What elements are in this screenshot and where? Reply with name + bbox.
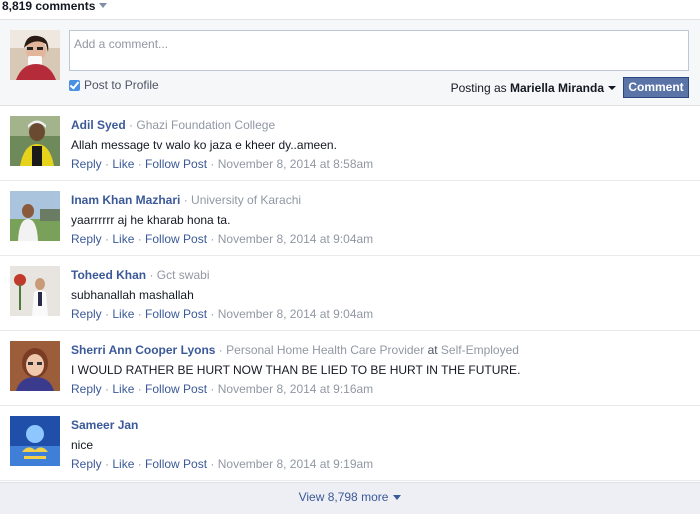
- avatar[interactable]: [10, 341, 60, 391]
- comment-meta: Inam Khan Mazhari · University of Karach…: [71, 193, 302, 207]
- reply-link[interactable]: Reply: [71, 232, 102, 246]
- comment-actions: Reply · Like · Follow Post · November 8,…: [71, 457, 374, 471]
- reply-link[interactable]: Reply: [71, 382, 102, 396]
- comment-meta: Adil Syed · Ghazi Foundation College: [71, 118, 276, 132]
- comment-affiliation-org[interactable]: Self-Employed: [441, 343, 519, 357]
- comment-actions: Reply · Like · Follow Post · November 8,…: [71, 382, 374, 396]
- comment-affiliation[interactable]: Gct swabi: [157, 268, 210, 282]
- avatar[interactable]: [10, 416, 60, 466]
- comment-affiliation[interactable]: Personal Home Health Care Provider: [226, 343, 424, 357]
- reply-link[interactable]: Reply: [71, 457, 102, 471]
- comment-text: yaarrrrrr aj he kharab hona ta.: [71, 213, 231, 227]
- chevron-down-icon[interactable]: [99, 3, 108, 8]
- view-more-label: View 8,798 more: [298, 490, 389, 504]
- comment-count[interactable]: 8,819 comments: [2, 0, 108, 13]
- like-link[interactable]: Like: [112, 157, 134, 171]
- like-link[interactable]: Like: [112, 457, 134, 471]
- posting-as-name: Mariella Miranda: [509, 81, 604, 95]
- like-link[interactable]: Like: [112, 382, 134, 396]
- view-more-comments[interactable]: View 8,798 more: [0, 482, 700, 514]
- comment-author[interactable]: Toheed Khan: [71, 268, 146, 282]
- comment-author[interactable]: Sherri Ann Cooper Lyons: [71, 343, 215, 357]
- reply-link[interactable]: Reply: [71, 157, 102, 171]
- comment-meta: Sameer Jan: [71, 418, 138, 433]
- comment-text: I WOULD RATHER BE HURT NOW THAN BE LIED …: [71, 363, 521, 377]
- comment-affiliation[interactable]: Ghazi Foundation College: [136, 118, 275, 132]
- avatar[interactable]: [10, 266, 60, 316]
- comment-timestamp[interactable]: November 8, 2014 at 9:19am: [218, 457, 373, 471]
- like-link[interactable]: Like: [112, 232, 134, 246]
- posting-as-prefix: Posting as: [450, 81, 510, 95]
- comments-header: 8,819 comments: [0, 0, 700, 20]
- chevron-down-icon[interactable]: [608, 86, 616, 90]
- comment-timestamp[interactable]: November 8, 2014 at 9:16am: [218, 382, 373, 396]
- comment-composer: Post to Profile Posting as Mariella Mira…: [0, 20, 700, 106]
- comment-item: Inam Khan Mazhari · University of Karach…: [0, 181, 700, 256]
- comment-meta: Toheed Khan · Gct swabi: [71, 268, 210, 282]
- comment-affiliation[interactable]: University of Karachi: [191, 193, 301, 207]
- comment-text: nice: [71, 438, 94, 452]
- reply-link[interactable]: Reply: [71, 307, 102, 321]
- chevron-down-icon: [393, 495, 402, 500]
- post-to-profile-checkbox[interactable]: [69, 79, 80, 91]
- comment-item: Adil Syed · Ghazi Foundation College All…: [0, 106, 700, 181]
- post-to-profile-label: Post to Profile: [84, 78, 159, 92]
- comment-author[interactable]: Inam Khan Mazhari: [71, 193, 180, 207]
- avatar[interactable]: [10, 191, 60, 241]
- comment-item: Toheed Khan · Gct swabi subhanallah mash…: [0, 256, 700, 331]
- comment-item: Sherri Ann Cooper Lyons · Personal Home …: [0, 331, 700, 406]
- like-link[interactable]: Like: [112, 307, 134, 321]
- follow-post-link[interactable]: Follow Post: [145, 382, 207, 396]
- follow-post-link[interactable]: Follow Post: [145, 232, 207, 246]
- follow-post-link[interactable]: Follow Post: [145, 457, 207, 471]
- comment-meta: Sherri Ann Cooper Lyons · Personal Home …: [71, 343, 519, 357]
- comment-timestamp[interactable]: November 8, 2014 at 9:04am: [218, 232, 373, 246]
- comment-actions: Reply · Like · Follow Post · November 8,…: [71, 157, 374, 171]
- comment-timestamp[interactable]: November 8, 2014 at 8:58am: [218, 157, 373, 171]
- comment-button[interactable]: Comment: [623, 77, 689, 98]
- comment-author[interactable]: Sameer Jan: [71, 418, 138, 432]
- comment-text: Allah message tv walo ko jaza e kheer dy…: [71, 138, 337, 152]
- comment-author[interactable]: Adil Syed: [71, 118, 126, 132]
- comment-timestamp[interactable]: November 8, 2014 at 9:04am: [218, 307, 373, 321]
- comment-actions: Reply · Like · Follow Post · November 8,…: [71, 307, 374, 321]
- comment-text: subhanallah mashallah: [71, 288, 194, 302]
- posting-as-selector[interactable]: Posting as Mariella Miranda: [451, 81, 616, 95]
- current-user-avatar[interactable]: [10, 30, 60, 80]
- follow-post-link[interactable]: Follow Post: [145, 157, 207, 171]
- follow-post-link[interactable]: Follow Post: [145, 307, 207, 321]
- post-to-profile-toggle[interactable]: Post to Profile: [69, 78, 159, 92]
- comment-input[interactable]: [70, 31, 688, 70]
- comment-actions: Reply · Like · Follow Post · November 8,…: [71, 232, 374, 246]
- avatar[interactable]: [10, 116, 60, 166]
- comment-item: Sameer Jan nice Reply · Like · Follow Po…: [0, 406, 700, 481]
- comment-input-box[interactable]: [69, 30, 689, 71]
